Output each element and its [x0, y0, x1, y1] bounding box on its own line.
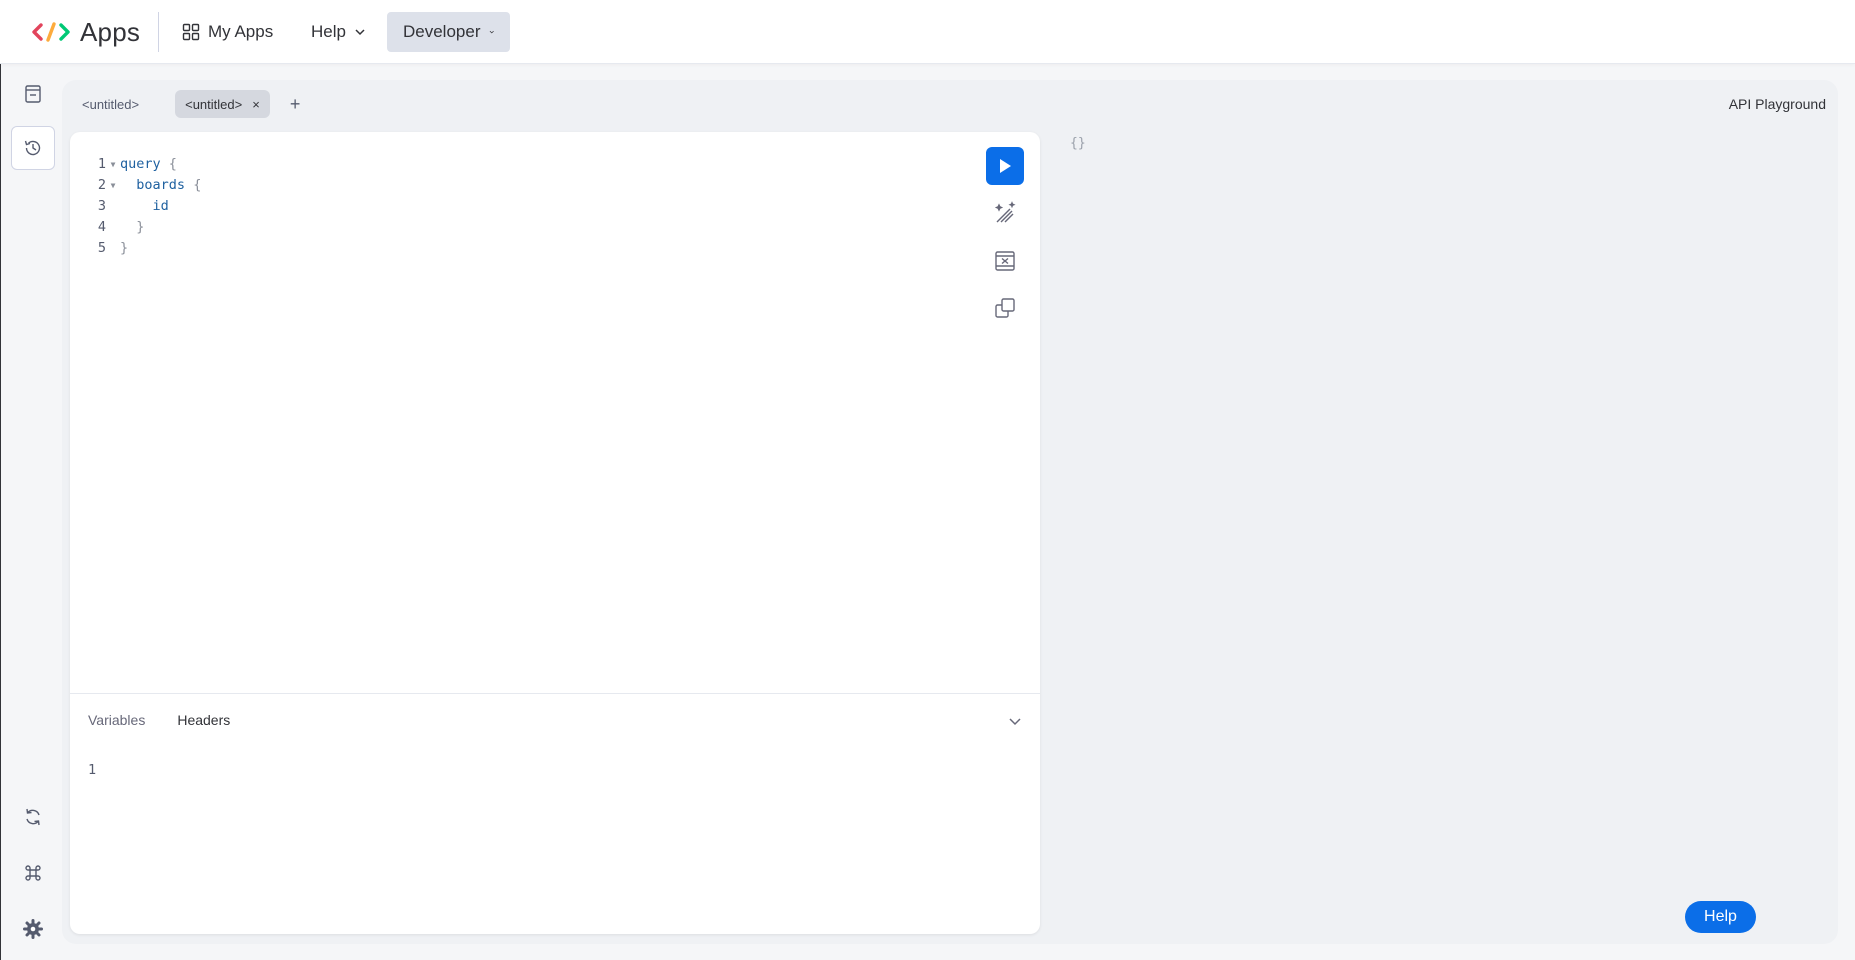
chevron-down-icon — [355, 29, 365, 36]
topbar-divider — [158, 12, 159, 52]
line-number: 5 — [97, 240, 106, 256]
top-bar: Apps My Apps Help Developer — [0, 0, 1855, 64]
developer-nav[interactable]: Developer — [387, 12, 510, 52]
merge-fragments-button[interactable] — [986, 242, 1024, 280]
documents-icon — [25, 85, 41, 103]
code-text: query { — [120, 156, 177, 172]
code-logo-icon — [32, 22, 70, 42]
fold-arrow-icon[interactable]: ▼ — [106, 154, 120, 175]
run-query-button[interactable] — [986, 147, 1024, 185]
query-editor[interactable]: 1 ▼ query { 2 ▼ boards { 3 id 4 } 5} Va… — [70, 132, 1040, 934]
settings-button[interactable] — [11, 907, 55, 951]
history-icon — [24, 140, 41, 156]
fold-arrow-icon[interactable]: ▼ — [106, 175, 120, 196]
code-text: id — [152, 198, 169, 214]
grid-icon — [182, 23, 200, 41]
left-rail — [0, 64, 62, 960]
close-icon[interactable]: × — [252, 97, 260, 112]
copy-icon — [995, 298, 1015, 318]
refresh-icon — [26, 808, 40, 826]
documents-button[interactable] — [11, 72, 55, 116]
prettify-icon — [994, 201, 1016, 223]
add-tab-button[interactable]: + — [290, 94, 301, 115]
command-icon — [25, 865, 41, 881]
code-text: } — [136, 219, 145, 235]
code-area[interactable]: 1 ▼ query { 2 ▼ boards { 3 id 4 } 5} — [88, 154, 201, 259]
line-number: 3 — [97, 198, 106, 214]
line-number: 1 — [97, 156, 106, 172]
prettify-button[interactable] — [986, 194, 1024, 232]
tab-untitled-2[interactable]: <untitled> × — [175, 90, 270, 118]
line-number: 1 — [88, 762, 97, 778]
merge-icon — [995, 251, 1015, 271]
my-apps-label: My Apps — [208, 22, 274, 41]
code-line: 1 ▼ query { — [88, 154, 201, 175]
code-line: 3 id — [88, 196, 201, 217]
copy-query-button[interactable] — [986, 289, 1024, 327]
play-icon — [1000, 159, 1011, 173]
logo[interactable]: Apps — [32, 14, 140, 50]
tab-untitled-1[interactable]: <untitled> — [72, 90, 149, 118]
my-apps-nav[interactable]: My Apps — [166, 12, 289, 52]
logo-text: Apps — [80, 16, 141, 47]
editor-divider — [70, 693, 1040, 694]
shortcuts-button[interactable] — [11, 851, 55, 895]
chevron-down-icon — [1009, 718, 1021, 726]
refresh-button[interactable] — [11, 795, 55, 839]
help-nav-label: Help — [311, 22, 346, 41]
help-button[interactable]: Help — [1685, 901, 1756, 933]
code-text: boards { — [136, 177, 202, 193]
collapse-tools-button[interactable] — [1008, 714, 1022, 732]
line-number: 4 — [97, 219, 106, 235]
history-button[interactable] — [11, 126, 55, 170]
tab-label: <untitled> — [82, 96, 140, 112]
code-line: 2 ▼ boards { — [88, 175, 201, 196]
developer-nav-label: Developer — [403, 22, 481, 41]
tab-variables[interactable]: Variables — [88, 712, 145, 728]
page-title: API Playground — [1728, 96, 1826, 112]
chevron-down-icon — [489, 30, 494, 34]
tab-label: <untitled> — [185, 96, 243, 112]
headers-editor[interactable]: 1 — [88, 762, 96, 778]
help-nav[interactable]: Help — [295, 12, 382, 52]
playground-panel: <untitled> <untitled> × + API Playground… — [62, 80, 1838, 944]
code-line: 5 } — [88, 238, 201, 259]
line-number: 2 — [97, 177, 106, 193]
editor-tools-tabs: Variables Headers — [88, 712, 230, 728]
code-text: } — [120, 240, 129, 256]
code-line: 4 } — [88, 217, 201, 238]
result-viewer: {} — [1070, 136, 1086, 151]
tab-headers[interactable]: Headers — [177, 712, 230, 728]
settings-icon — [23, 919, 43, 939]
query-tabs: <untitled> <untitled> × + — [72, 90, 300, 118]
